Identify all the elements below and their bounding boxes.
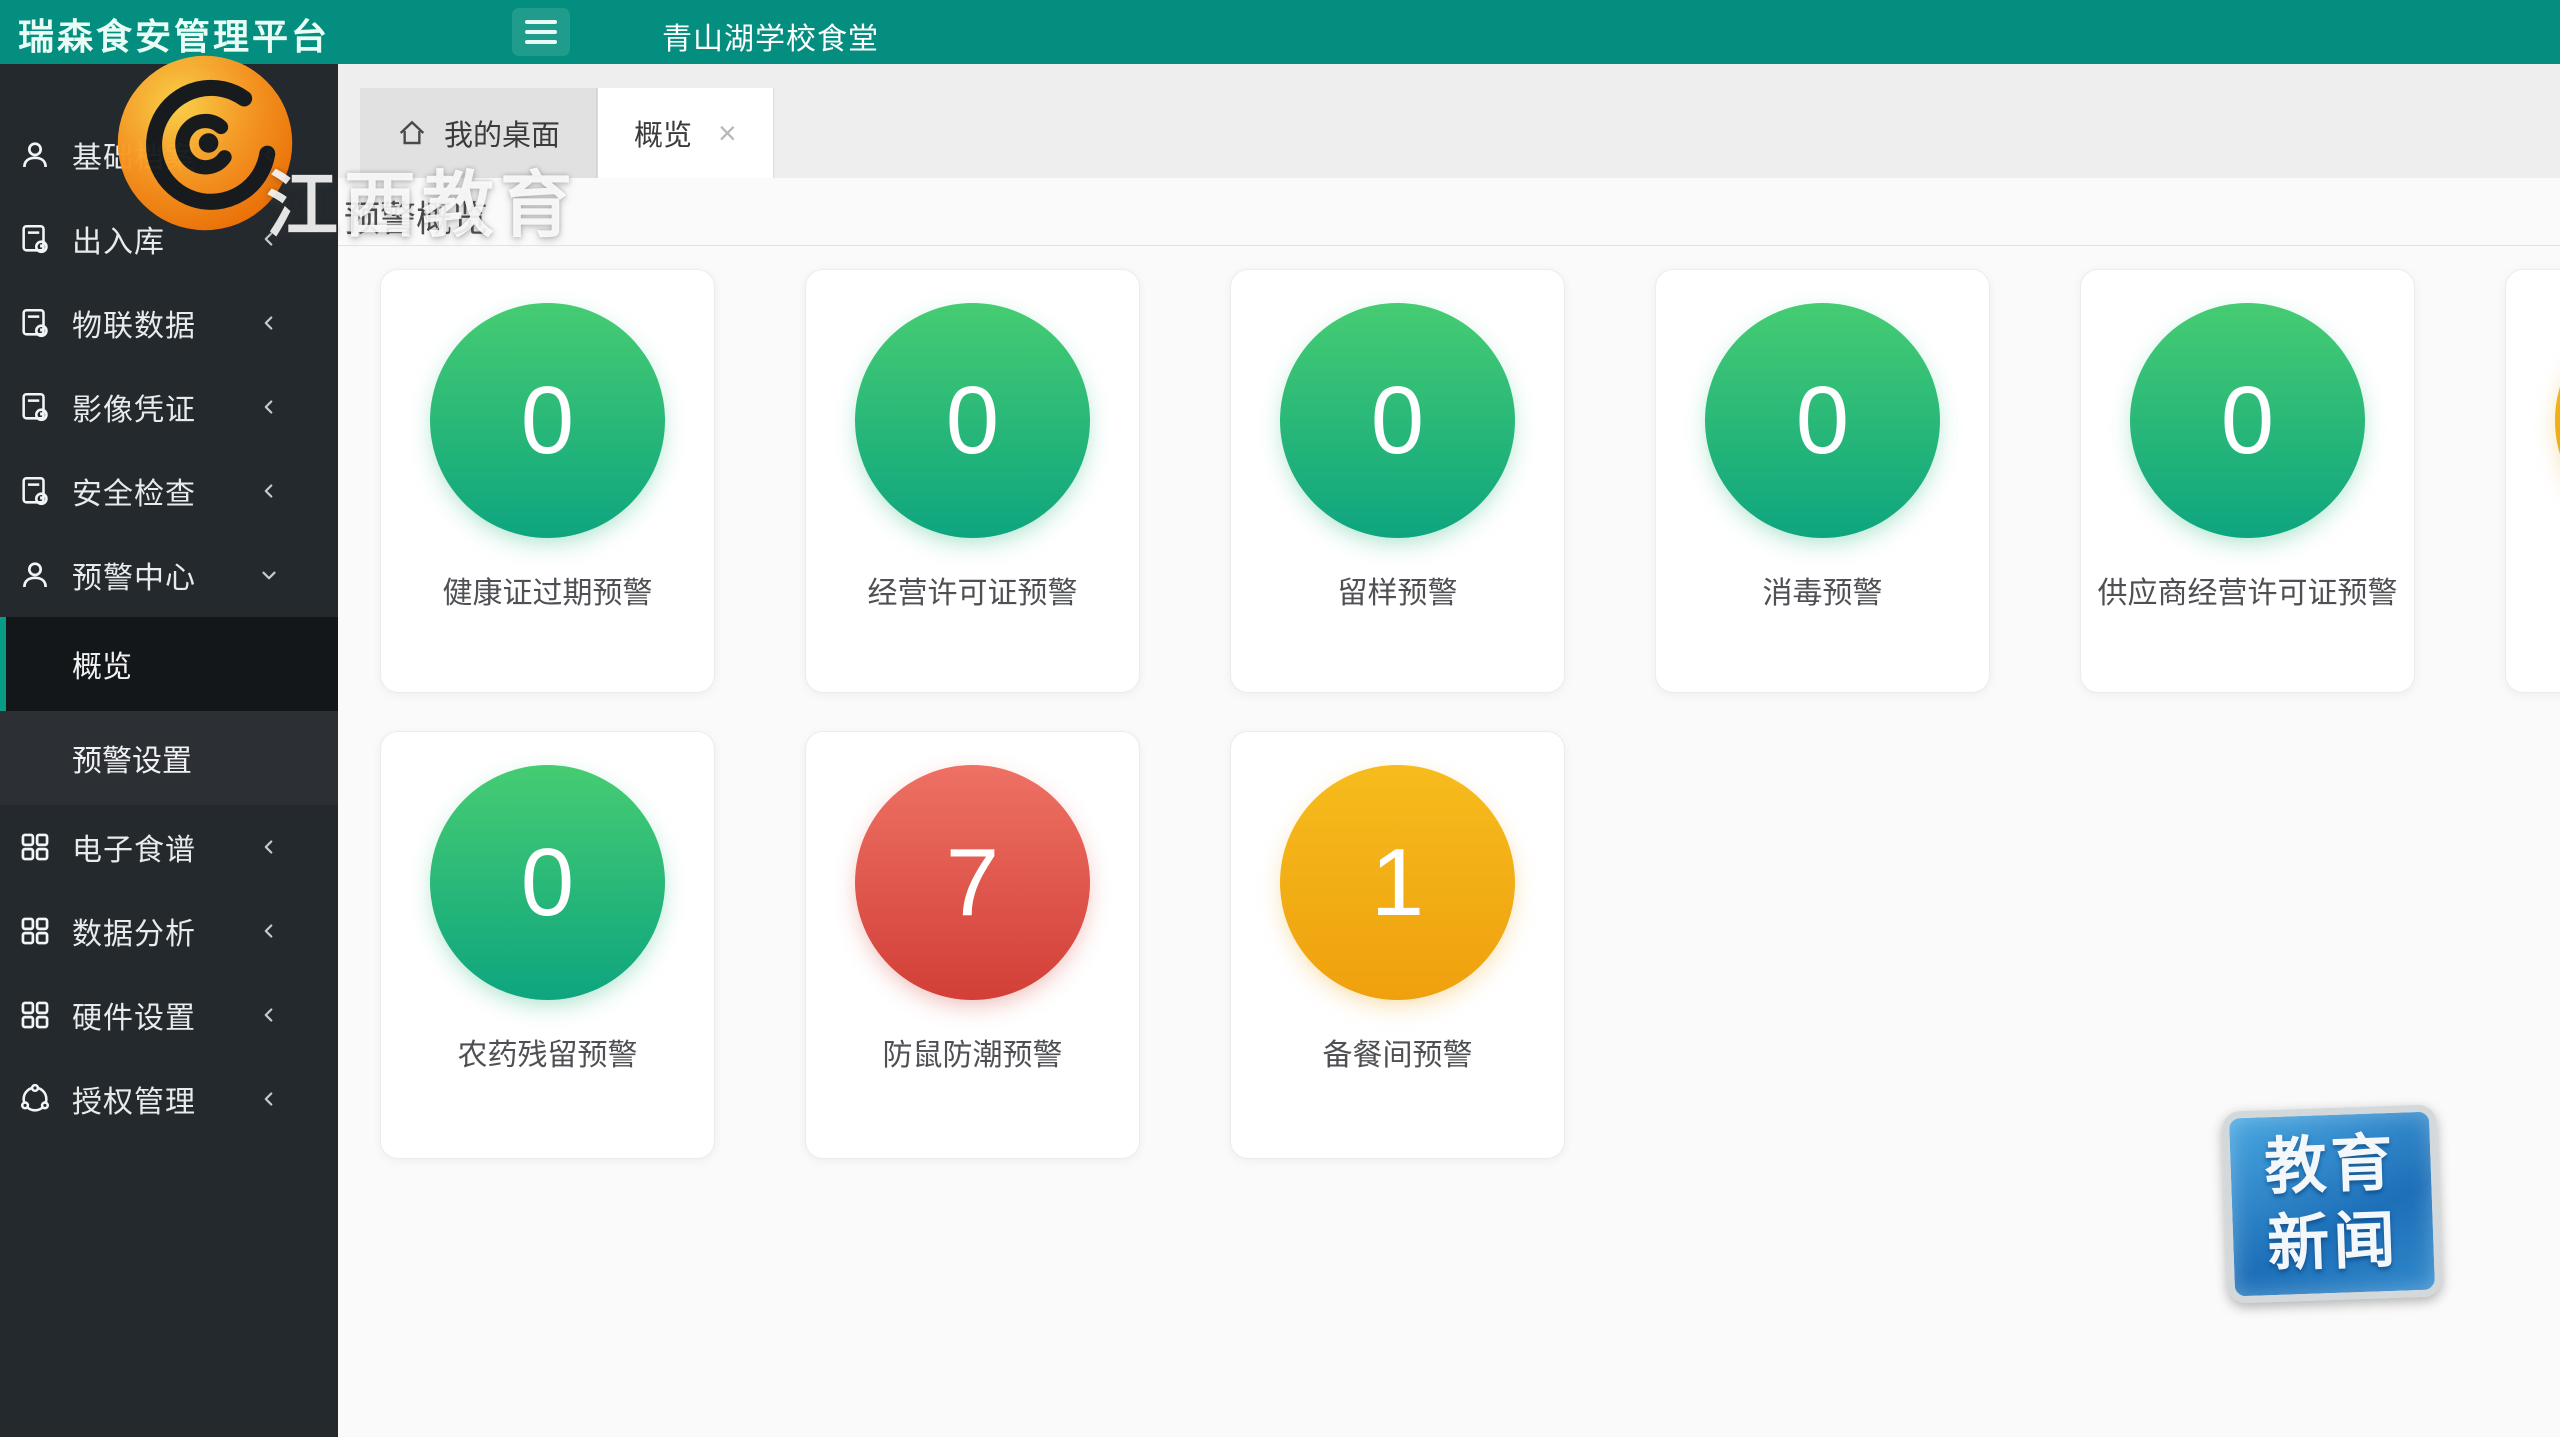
news-badge-line1: 教育 xyxy=(2263,1124,2398,1206)
hamburger-icon xyxy=(525,20,557,44)
warning-count-badge xyxy=(2555,303,2560,538)
warning-count: 0 xyxy=(521,835,574,931)
warning-card-label: 防鼠防潮预警 xyxy=(883,1030,1063,1074)
warning-count-badge: 7 xyxy=(855,765,1090,1000)
user-icon xyxy=(18,558,52,592)
warning-count: 0 xyxy=(1371,373,1424,469)
warning-count-badge: 0 xyxy=(2130,303,2365,538)
sidebar-subitem-warning-settings[interactable]: 预警设置 xyxy=(0,711,338,805)
warning-count-badge: 0 xyxy=(1280,303,1515,538)
warning-card-label: 备餐间预警 xyxy=(1323,1030,1473,1074)
warning-card-label: 农药残留预警 xyxy=(458,1030,638,1074)
sidebar-subitem-overview[interactable]: 概览 xyxy=(0,617,338,711)
sidebar-item-e-menu[interactable]: 电子食谱 xyxy=(0,805,338,889)
warning-card-label: 经营许可证预警 xyxy=(868,568,1078,612)
sidebar-item-hardware-settings[interactable]: 硬件设置 xyxy=(0,973,338,1057)
chevron-left-icon xyxy=(258,1088,280,1110)
sidebar-item-safety-check[interactable]: 安全检查 xyxy=(0,449,338,533)
warning-card-label: 留样预警 xyxy=(1338,568,1458,612)
warning-count: 0 xyxy=(946,373,999,469)
chevron-left-icon xyxy=(258,396,280,418)
app-window: 瑞森食安管理平台 青山湖学校食堂 基础档案 出入库 物联数据 影像凭证 安全检查… xyxy=(0,0,2560,1437)
warning-count: 0 xyxy=(521,373,574,469)
warning-count: 1 xyxy=(1371,835,1424,931)
warning-cards-row-2: 0 农药残留预警 7 防鼠防潮预警 1 备餐间预警 xyxy=(380,731,1565,1159)
topbar: 瑞森食安管理平台 青山湖学校食堂 xyxy=(0,0,2560,64)
warning-count-badge: 0 xyxy=(1705,303,1940,538)
sidebar-item-label: 安全检查 xyxy=(72,469,196,513)
news-program-badge: 教育 新闻 xyxy=(2222,1104,2443,1303)
sidebar-item-label: 物联数据 xyxy=(72,301,196,345)
warning-count-badge: 0 xyxy=(855,303,1090,538)
grid-icon xyxy=(18,914,52,948)
warning-card-disinfect[interactable]: 0 消毒预警 xyxy=(1655,269,1990,693)
warning-card-partial[interactable] xyxy=(2505,269,2560,693)
chevron-left-icon xyxy=(258,1004,280,1026)
sidebar-subitem-label: 预警设置 xyxy=(72,736,192,780)
doc-icon xyxy=(18,306,52,340)
close-icon[interactable]: × xyxy=(718,117,737,149)
sidebar-item-data-analysis[interactable]: 数据分析 xyxy=(0,889,338,973)
title-divider xyxy=(338,245,2560,246)
warning-card-license[interactable]: 0 经营许可证预警 xyxy=(805,269,1140,693)
doc-icon xyxy=(18,222,52,256)
sidebar-item-iot-data[interactable]: 物联数据 xyxy=(0,281,338,365)
sidebar-item-label: 影像凭证 xyxy=(72,385,196,429)
sidebar-item-label: 数据分析 xyxy=(72,909,196,953)
doc-icon xyxy=(18,474,52,508)
warning-count: 7 xyxy=(946,835,999,931)
canteen-name: 青山湖学校食堂 xyxy=(662,14,879,58)
warning-card-supplier-license[interactable]: 0 供应商经营许可证预警 xyxy=(2080,269,2415,693)
chevron-left-icon xyxy=(258,836,280,858)
warning-card-label: 消毒预警 xyxy=(1763,568,1883,612)
menu-toggle-button[interactable] xyxy=(512,8,570,56)
sidebar-item-label: 硬件设置 xyxy=(72,993,196,1037)
sidebar-item-media-records[interactable]: 影像凭证 xyxy=(0,365,338,449)
warning-count: 0 xyxy=(2221,373,2274,469)
chevron-down-icon xyxy=(258,564,280,586)
sidebar-item-authorization[interactable]: 授权管理 xyxy=(0,1057,338,1141)
grid-icon xyxy=(18,998,52,1032)
tab-label: 概览 xyxy=(634,112,692,154)
home-icon xyxy=(396,117,428,149)
sidebar: 基础档案 出入库 物联数据 影像凭证 安全检查 预警中心 概览 预警设置 电子食… xyxy=(0,64,338,1437)
app-title: 瑞森食安管理平台 xyxy=(18,8,330,60)
warning-card-sample[interactable]: 0 留样预警 xyxy=(1230,269,1565,693)
sidebar-item-warning-center[interactable]: 预警中心 xyxy=(0,533,338,617)
sidebar-item-label: 预警中心 xyxy=(72,553,196,597)
grid-icon xyxy=(18,830,52,864)
warning-count-badge: 0 xyxy=(430,765,665,1000)
sidebar-item-label: 电子食谱 xyxy=(72,825,196,869)
doc-icon xyxy=(18,390,52,424)
sidebar-item-label: 授权管理 xyxy=(72,1077,196,1121)
chevron-left-icon xyxy=(258,920,280,942)
news-badge-line2: 新闻 xyxy=(2266,1202,2401,1284)
warning-count: 0 xyxy=(1796,373,1849,469)
user-icon xyxy=(18,138,52,172)
tab-overview[interactable]: 概览 × xyxy=(597,88,774,178)
sidebar-subitem-label: 概览 xyxy=(72,642,132,686)
warning-card-label: 供应商经营许可证预警 xyxy=(2098,568,2398,612)
tv-channel-watermark-text: 江西教育 xyxy=(266,146,578,251)
warning-cards-row-1: 0 健康证过期预警 0 经营许可证预警 0 留样预警 0 消毒预警 0 供应商经… xyxy=(380,269,2560,693)
chevron-left-icon xyxy=(258,312,280,334)
warning-card-rodent[interactable]: 7 防鼠防潮预警 xyxy=(805,731,1140,1159)
sidebar-submenu-warning-center: 概览 预警设置 xyxy=(0,617,338,805)
warning-card-meal-prep[interactable]: 1 备餐间预警 xyxy=(1230,731,1565,1159)
warning-count-badge: 0 xyxy=(430,303,665,538)
warning-card-label: 健康证过期预警 xyxy=(443,568,653,612)
cycle-icon xyxy=(18,1082,52,1116)
warning-card-pesticide[interactable]: 0 农药残留预警 xyxy=(380,731,715,1159)
chevron-left-icon xyxy=(258,480,280,502)
tab-bar: 我的桌面 概览 × xyxy=(338,64,2560,178)
warning-count-badge: 1 xyxy=(1280,765,1515,1000)
warning-card-health-cert[interactable]: 0 健康证过期预警 xyxy=(380,269,715,693)
